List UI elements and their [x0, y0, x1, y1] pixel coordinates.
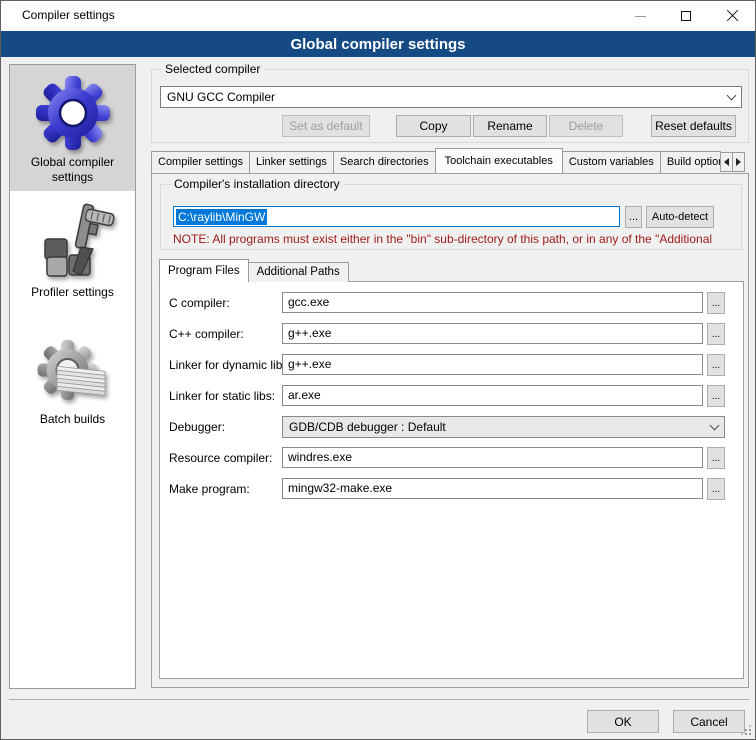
browse-button[interactable]: ...	[707, 292, 725, 314]
tab-linker-settings[interactable]: Linker settings	[249, 151, 334, 173]
close-icon	[725, 9, 739, 23]
cpp-compiler-input[interactable]: g++.exe	[282, 323, 703, 344]
caliper-icon	[31, 199, 115, 283]
tab-scroll-buttons	[720, 152, 744, 172]
installation-directory-value: C:\raylib\MinGW	[176, 209, 267, 225]
tab-custom-variables[interactable]: Custom variables	[562, 151, 661, 173]
compiler-select-value: GNU GCC Compiler	[167, 90, 728, 104]
field-label: C++ compiler:	[169, 327, 244, 341]
dynamic-linker-input[interactable]: g++.exe	[282, 354, 703, 375]
sidebar: Global compiler settings Profiler settin…	[9, 64, 136, 689]
reset-defaults-button[interactable]: Reset defaults	[651, 115, 736, 137]
caption-buttons	[617, 1, 755, 31]
field-row-cpp-compiler: C++ compiler: g++.exe ...	[160, 323, 743, 347]
tab-build-options[interactable]: Build options	[660, 151, 721, 173]
field-label: Resource compiler:	[169, 451, 272, 465]
gear-stack-icon	[35, 338, 111, 410]
browse-button[interactable]: ...	[707, 354, 725, 376]
maximize-button[interactable]	[663, 1, 709, 31]
field-label: Make program:	[169, 482, 250, 496]
gear-blue-icon	[33, 73, 113, 153]
field-row-static-linker: Linker for static libs: ar.exe ...	[160, 385, 743, 409]
debugger-select-value: GDB/CDB debugger : Default	[289, 420, 711, 434]
tab-scroll-right-button[interactable]	[732, 152, 745, 172]
sub-tab-strip: Program Files Additional Paths	[159, 259, 348, 282]
field-row-dynamic-linker: Linker for dynamic libs: g++.exe ...	[160, 354, 743, 378]
field-row-debugger: Debugger: GDB/CDB debugger : Default	[160, 416, 743, 440]
rename-button[interactable]: Rename	[473, 115, 547, 137]
c-compiler-input[interactable]: gcc.exe	[282, 292, 703, 313]
ok-button[interactable]: OK	[587, 710, 659, 733]
cancel-button[interactable]: Cancel	[673, 710, 745, 733]
program-files-panel: C compiler: gcc.exe ... C++ compiler: g+…	[159, 281, 744, 679]
close-button[interactable]	[709, 1, 755, 31]
field-label: C compiler:	[169, 296, 230, 310]
compiler-select[interactable]: GNU GCC Compiler	[160, 86, 742, 108]
browse-button[interactable]: ...	[707, 478, 725, 500]
subtab-additional-paths[interactable]: Additional Paths	[248, 262, 349, 282]
arrow-left-icon	[724, 158, 729, 166]
field-label: Linker for static libs:	[169, 389, 275, 403]
delete-button[interactable]: Delete	[549, 115, 623, 137]
window-title: Compiler settings	[22, 8, 115, 22]
installation-directory-legend: Compiler's installation directory	[170, 177, 344, 191]
field-row-resource-compiler: Resource compiler: windres.exe ...	[160, 447, 743, 471]
page-title: Global compiler settings	[290, 36, 465, 53]
sidebar-item-label: Batch builds	[12, 412, 133, 427]
maximize-icon	[681, 11, 691, 21]
tab-search-directories[interactable]: Search directories	[333, 151, 436, 173]
installation-directory-group: Compiler's installation directory C:\ray…	[160, 184, 742, 250]
minimize-icon	[635, 16, 646, 17]
browse-button[interactable]: ...	[707, 447, 725, 469]
minimize-button[interactable]	[617, 1, 663, 31]
sidebar-item-profiler-settings[interactable]: Profiler settings	[10, 191, 135, 306]
browse-button[interactable]: ...	[707, 323, 725, 345]
field-row-make-program: Make program: mingw32-make.exe ...	[160, 478, 743, 502]
selected-compiler-legend: Selected compiler	[161, 62, 264, 76]
tab-toolchain-executables[interactable]: Toolchain executables	[435, 148, 563, 173]
tab-compiler-settings[interactable]: Compiler settings	[151, 151, 250, 173]
footer-divider	[9, 699, 749, 700]
sidebar-item-global-compiler-settings[interactable]: Global compiler settings	[10, 65, 135, 191]
field-label: Debugger:	[169, 420, 225, 434]
sidebar-item-label: Global compiler settings	[12, 155, 133, 185]
note-text: NOTE: All programs must exist either in …	[173, 232, 737, 246]
debugger-select[interactable]: GDB/CDB debugger : Default	[282, 416, 725, 438]
chevron-down-icon	[710, 420, 720, 430]
dialog-header: Global compiler settings	[1, 31, 755, 57]
sidebar-item-batch-builds[interactable]: Batch builds	[10, 330, 135, 433]
chevron-down-icon	[727, 90, 737, 100]
installation-directory-input[interactable]: C:\raylib\MinGW	[173, 206, 620, 227]
browse-directory-button[interactable]: ...	[625, 206, 642, 228]
set-as-default-button[interactable]: Set as default	[282, 115, 370, 137]
browse-button[interactable]: ...	[707, 385, 725, 407]
make-program-input[interactable]: mingw32-make.exe	[282, 478, 703, 499]
resize-grip-icon[interactable]	[741, 725, 751, 735]
compiler-settings-window: Compiler settings Global compiler settin…	[0, 0, 756, 740]
arrow-right-icon	[736, 158, 741, 166]
field-label: Linker for dynamic libs:	[169, 358, 292, 372]
title-bar[interactable]: Compiler settings	[1, 1, 755, 31]
auto-detect-button[interactable]: Auto-detect	[646, 206, 714, 228]
copy-button[interactable]: Copy	[396, 115, 471, 137]
tab-strip: Compiler settings Linker settings Search…	[151, 148, 721, 173]
subtab-program-files[interactable]: Program Files	[159, 259, 249, 282]
resource-compiler-input[interactable]: windres.exe	[282, 447, 703, 468]
sidebar-item-label: Profiler settings	[12, 285, 133, 300]
field-row-c-compiler: C compiler: gcc.exe ...	[160, 292, 743, 316]
static-linker-input[interactable]: ar.exe	[282, 385, 703, 406]
